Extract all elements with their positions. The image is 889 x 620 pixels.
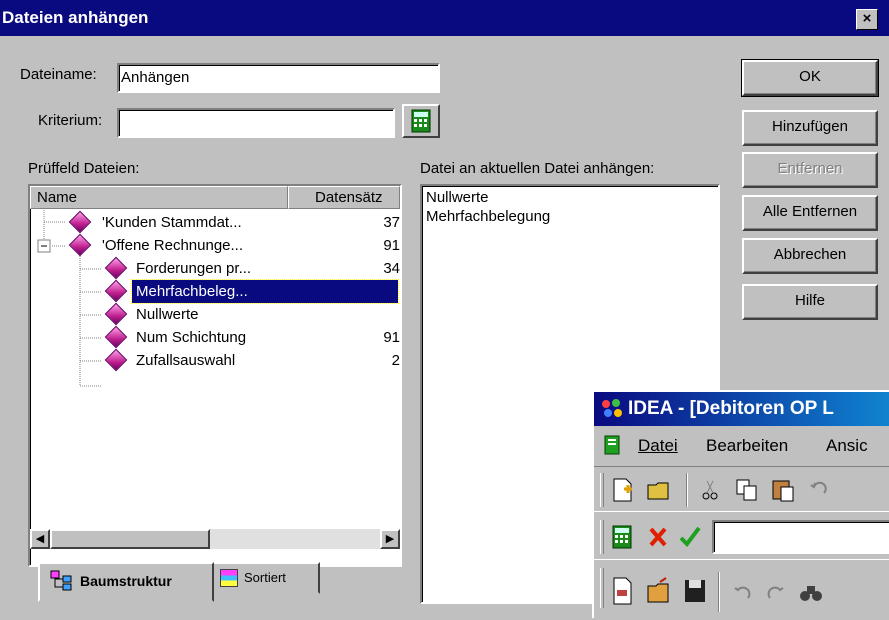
ok-button[interactable]: OK	[741, 59, 879, 97]
anhaengen-heading: Datei an aktuellen Datei anhängen:	[420, 160, 655, 177]
tree-row-label: 'Offene Rechnunge...	[102, 237, 244, 254]
paste-icon[interactable]	[770, 477, 796, 503]
pruffeld-heading: Prüffeld Dateien:	[28, 160, 140, 177]
idea-main-window[interactable]: IDEA - [Debitoren OP L Datei Bearbeiten …	[592, 390, 889, 618]
file-tree-list[interactable]: Name Datensätz 'Kunden Stammdat... 37 'O…	[28, 184, 402, 567]
toolbar-grip[interactable]	[600, 473, 604, 507]
toolbar-grip[interactable]	[600, 520, 604, 554]
calculator-icon	[411, 109, 431, 133]
cancel-x-icon[interactable]	[646, 524, 670, 550]
close-button[interactable]: ×	[856, 9, 878, 30]
toolbar-separator	[686, 473, 688, 507]
help-button[interactable]: Hilfe	[742, 284, 878, 320]
scroll-thumb[interactable]	[50, 529, 210, 549]
add-button[interactable]: Hinzufügen	[742, 110, 878, 146]
horizontal-scrollbar[interactable]: ◀ ▶	[30, 529, 400, 549]
tab-sortiert-label: Sortiert	[244, 570, 286, 585]
list-item[interactable]: Nullwerte	[426, 188, 489, 207]
open-folder-icon[interactable]	[646, 576, 674, 606]
scroll-left-button[interactable]: ◀	[30, 529, 50, 549]
idea-toolbar-equation	[594, 514, 889, 560]
menu-ansicht[interactable]: Ansic	[826, 436, 868, 456]
save-icon[interactable]	[682, 576, 708, 606]
copy-icon[interactable]	[734, 477, 760, 503]
tree-row-count: 34	[383, 260, 400, 277]
toolbar-separator	[718, 572, 720, 612]
tree-row-label: 'Kunden Stammdat...	[102, 214, 242, 231]
scroll-right-button[interactable]: ▶	[380, 529, 400, 549]
idea-title: IDEA - [Debitoren OP L	[628, 398, 834, 419]
remove-all-button[interactable]: Alle Entfernen	[742, 195, 878, 231]
idea-title-bar[interactable]: IDEA - [Debitoren OP L	[594, 392, 889, 426]
dateiname-input[interactable]: Anhängen	[117, 63, 440, 93]
binoculars-icon[interactable]	[798, 578, 824, 606]
tree-structure-icon	[50, 570, 72, 591]
tree-row-count: 91	[383, 237, 400, 254]
report-icon[interactable]	[610, 576, 636, 606]
sorted-icon	[220, 569, 238, 587]
cut-icon[interactable]	[698, 477, 722, 503]
idea-menubar: Datei Bearbeiten Ansic	[594, 428, 889, 462]
tree-row-count: 37	[383, 214, 400, 231]
dialog-title: Dateien anhängen	[2, 8, 149, 27]
menu-datei[interactable]: Datei	[638, 436, 678, 456]
idea-app-icon	[602, 399, 622, 417]
document-menu-icon[interactable]	[602, 434, 624, 456]
tree-row-label: Forderungen pr...	[136, 260, 252, 277]
cancel-button[interactable]: Abbrechen	[742, 238, 878, 274]
checkmark-icon[interactable]	[678, 524, 702, 550]
tree-row-count: 2	[391, 352, 400, 369]
equation-editor-button[interactable]	[402, 104, 440, 138]
column-header-name[interactable]: Name	[30, 186, 288, 209]
toolbar-grip[interactable]	[600, 568, 604, 608]
remove-button[interactable]: Entfernen	[742, 152, 878, 188]
tree-row-label: Mehrfachbeleg...	[131, 279, 399, 304]
open-folder-icon[interactable]	[646, 477, 674, 503]
tab-baumstruktur[interactable]: Baumstruktur	[38, 562, 214, 602]
calculator-icon[interactable]	[610, 524, 634, 550]
equation-input[interactable]	[712, 520, 889, 554]
new-file-icon[interactable]	[610, 477, 636, 503]
idea-toolbar-extra	[594, 562, 889, 620]
tree-row-label: Nullwerte	[136, 306, 199, 323]
kriterium-input[interactable]	[117, 108, 395, 138]
tree-row-label: Zufallsauswahl	[136, 352, 236, 369]
idea-toolbar-standard	[594, 466, 889, 512]
tab-baumstruktur-label: Baumstruktur	[80, 573, 172, 589]
undo-icon[interactable]	[730, 578, 754, 606]
menu-bearbeiten[interactable]: Bearbeiten	[706, 436, 788, 456]
kriterium-label: Kriterium:	[38, 112, 103, 129]
dateiname-label: Dateiname:	[20, 66, 97, 83]
tree-row-label: Num Schichtung	[136, 329, 247, 346]
redo-icon[interactable]	[764, 578, 788, 606]
column-header-datensatze[interactable]: Datensätz	[288, 186, 400, 209]
list-item[interactable]: Mehrfachbelegung	[426, 207, 550, 226]
tree-row-count: 91	[383, 329, 400, 346]
tab-sortiert[interactable]: Sortiert	[212, 562, 320, 594]
undo-icon[interactable]	[806, 477, 830, 503]
